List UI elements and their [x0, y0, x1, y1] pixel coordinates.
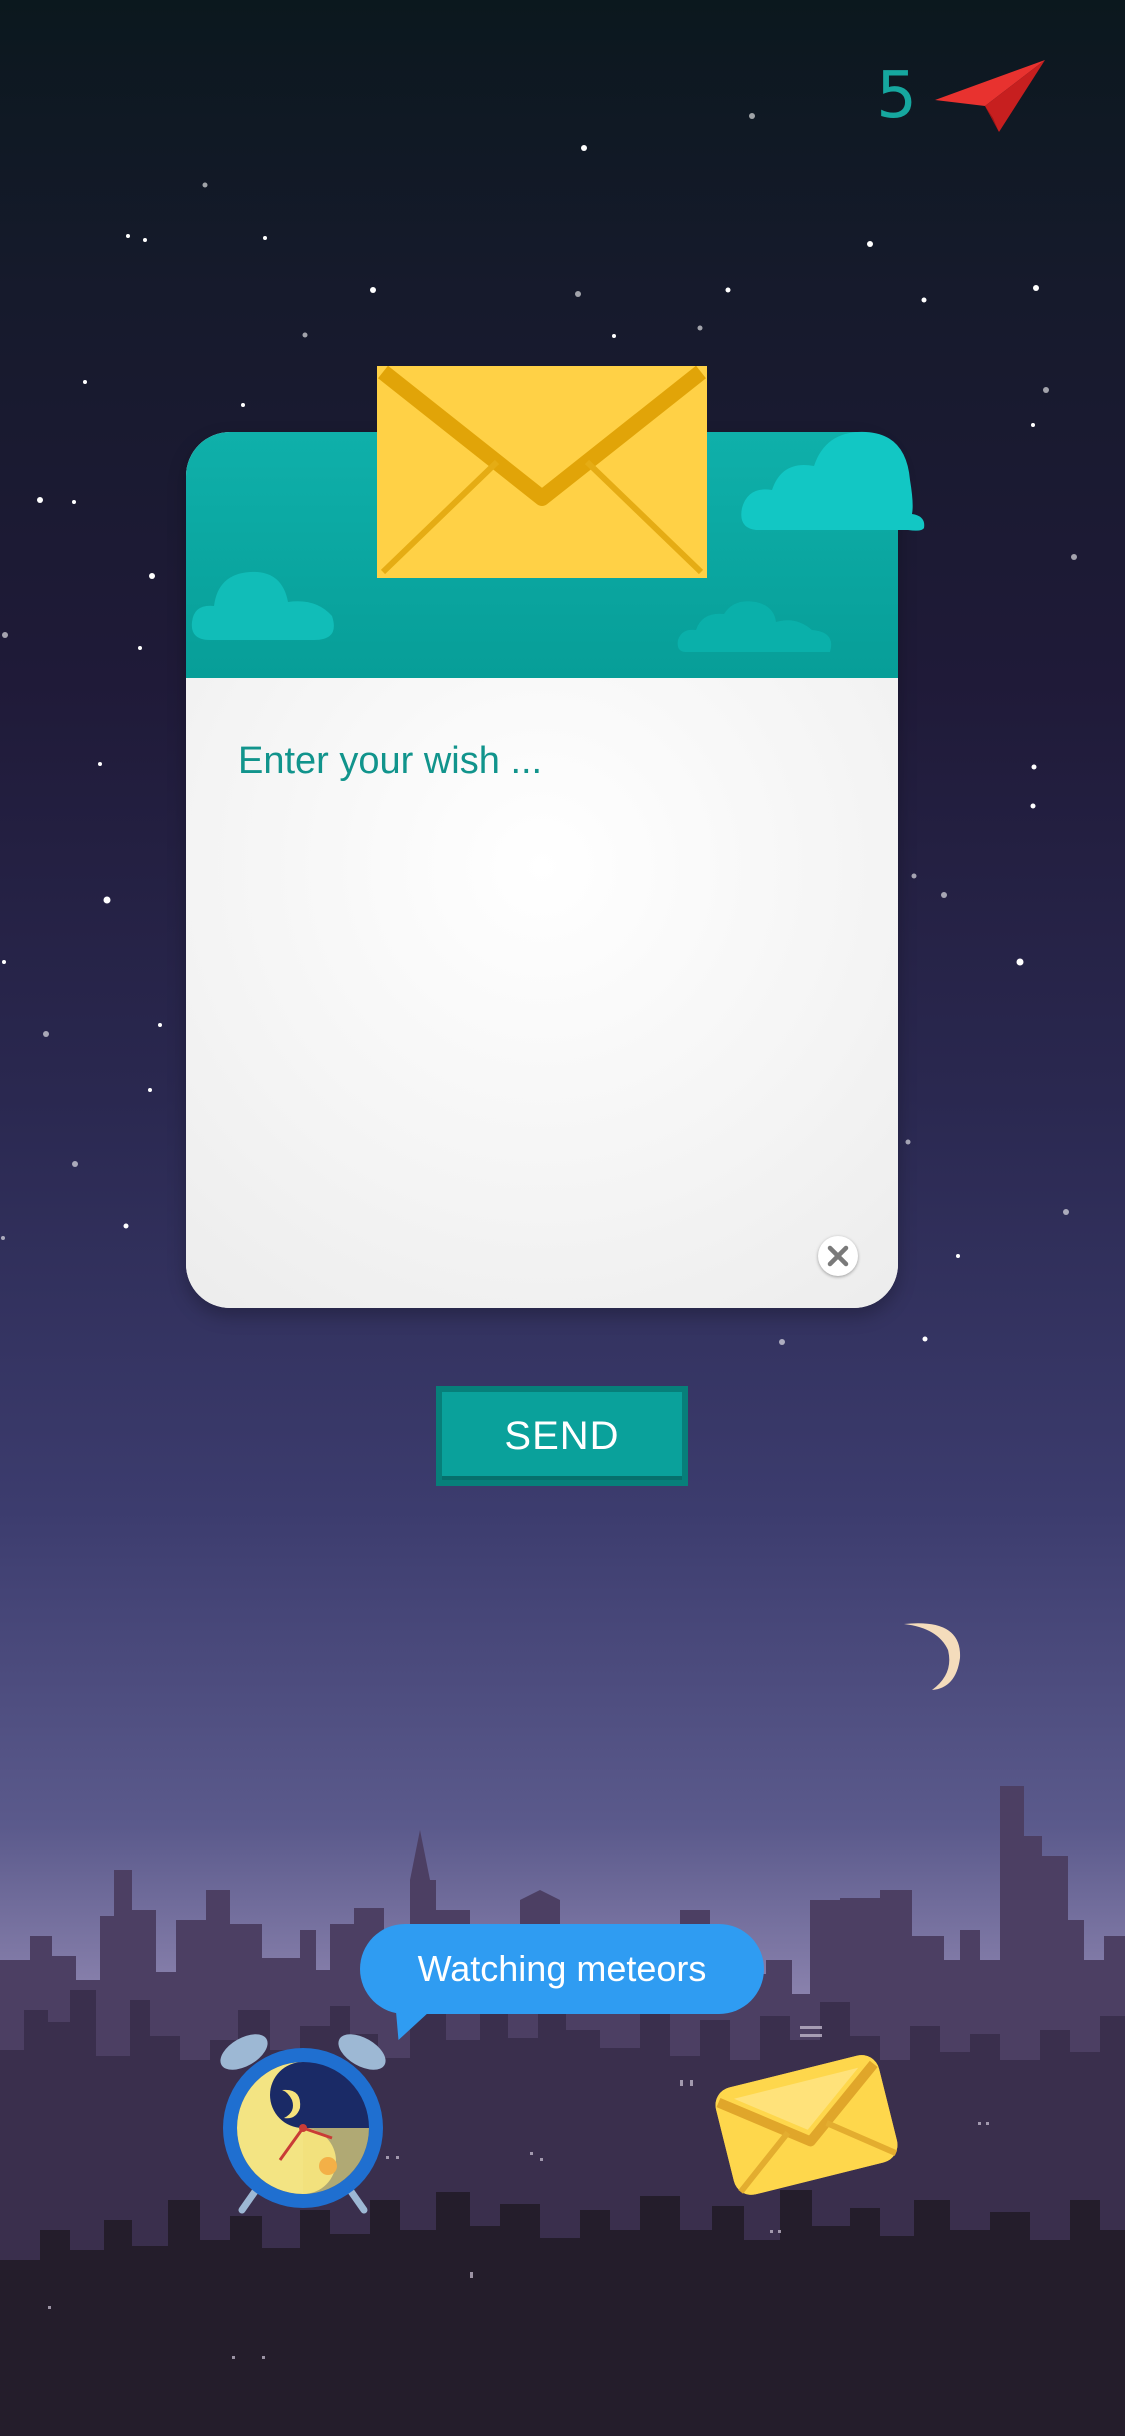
plane-counter: 5 — [876, 60, 1045, 132]
night-sky-background: 5 Enter your wish ... SEND Watching mete… — [0, 0, 1125, 2436]
paper-plane-icon — [935, 60, 1045, 132]
status-bubble: Watching meteors — [360, 1924, 764, 2014]
alarm-clock-icon[interactable] — [220, 2028, 386, 2216]
plane-count: 5 — [876, 59, 917, 133]
close-icon — [827, 1245, 849, 1267]
crescent-moon-icon — [904, 1623, 961, 1690]
city-skyline — [0, 1786, 1125, 2436]
clear-button[interactable] — [818, 1236, 858, 1276]
cloud-icon — [191, 571, 334, 640]
cloud-icon — [677, 601, 832, 652]
wish-input[interactable] — [236, 738, 850, 1202]
card-body — [186, 678, 898, 1308]
status-text: Watching meteors — [417, 1948, 707, 1989]
envelope-icon — [377, 366, 707, 578]
send-button[interactable]: SEND — [436, 1386, 688, 1486]
mail-icon[interactable] — [712, 2048, 900, 2198]
cloud-icon — [741, 431, 925, 531]
